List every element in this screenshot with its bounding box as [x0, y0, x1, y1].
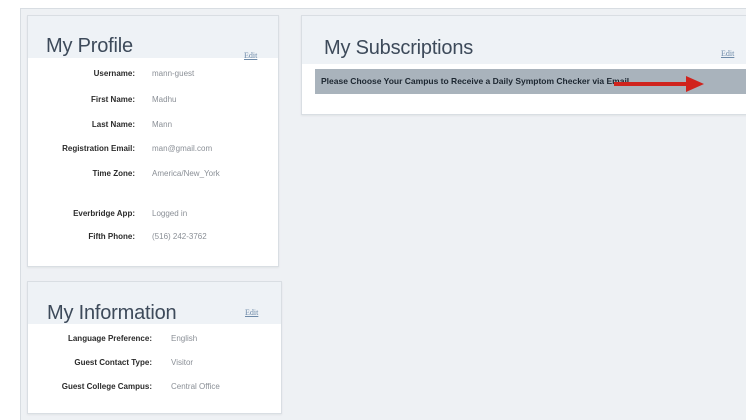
campus-value: Central Office: [171, 382, 220, 391]
time-zone-value: America/New_York: [152, 169, 220, 178]
profile-row-phone: Fifth Phone: (516) 242-3762: [28, 232, 278, 246]
information-edit-link[interactable]: Edit: [245, 308, 258, 317]
phone-value: (516) 242-3762: [152, 232, 207, 241]
profile-row-email: Registration Email: man@gmail.com: [28, 144, 278, 158]
subscriptions-edit-link[interactable]: Edit: [721, 49, 734, 58]
contact-type-value: Visitor: [171, 358, 194, 367]
profile-row-everbridge-app: Everbridge App: Logged in: [28, 209, 278, 223]
red-arrow-icon: [614, 76, 704, 92]
email-label: Registration Email:: [62, 144, 135, 153]
profile-title: My Profile: [46, 35, 133, 57]
profile-edit-link[interactable]: Edit: [244, 51, 257, 60]
information-row-campus: Guest College Campus: Central Office: [28, 382, 281, 396]
language-label: Language Preference:: [67, 334, 152, 343]
last-name-label: Last Name:: [91, 120, 135, 129]
first-name-value: Madhu: [152, 95, 177, 104]
profile-card: My Profile Edit Username: mann-guest Fir…: [27, 15, 279, 267]
information-title: My Information: [47, 302, 177, 324]
everbridge-app-label: Everbridge App:: [73, 209, 135, 218]
information-row-language: Language Preference: English: [28, 334, 281, 348]
red-arrow-head: [686, 76, 704, 92]
subscriptions-title: My Subscriptions: [324, 37, 474, 59]
profile-row-last-name: Last Name: Mann: [28, 120, 278, 134]
phone-label: Fifth Phone:: [88, 232, 135, 241]
language-value: English: [171, 334, 198, 343]
last-name-value: Mann: [152, 120, 173, 129]
time-zone-label: Time Zone:: [92, 169, 135, 178]
information-card: My Information Edit Language Preference:…: [27, 281, 282, 414]
username-value: mann-guest: [152, 69, 195, 78]
first-name-label: First Name:: [90, 95, 135, 104]
campus-subscription-banner-text: Please Choose Your Campus to Receive a D…: [321, 76, 630, 86]
contact-type-label: Guest Contact Type:: [74, 358, 152, 367]
profile-row-first-name: First Name: Madhu: [28, 95, 278, 109]
profile-row-time-zone: Time Zone: America/New_York: [28, 169, 278, 183]
username-label: Username:: [93, 69, 135, 78]
information-row-contact-type: Guest Contact Type: Visitor: [28, 358, 281, 372]
everbridge-app-value: Logged in: [152, 209, 188, 218]
email-value: man@gmail.com: [152, 144, 213, 153]
campus-label: Guest College Campus:: [61, 382, 152, 391]
profile-row-username: Username: mann-guest: [28, 69, 278, 83]
subscriptions-card: My Subscriptions Edit: [301, 15, 746, 115]
